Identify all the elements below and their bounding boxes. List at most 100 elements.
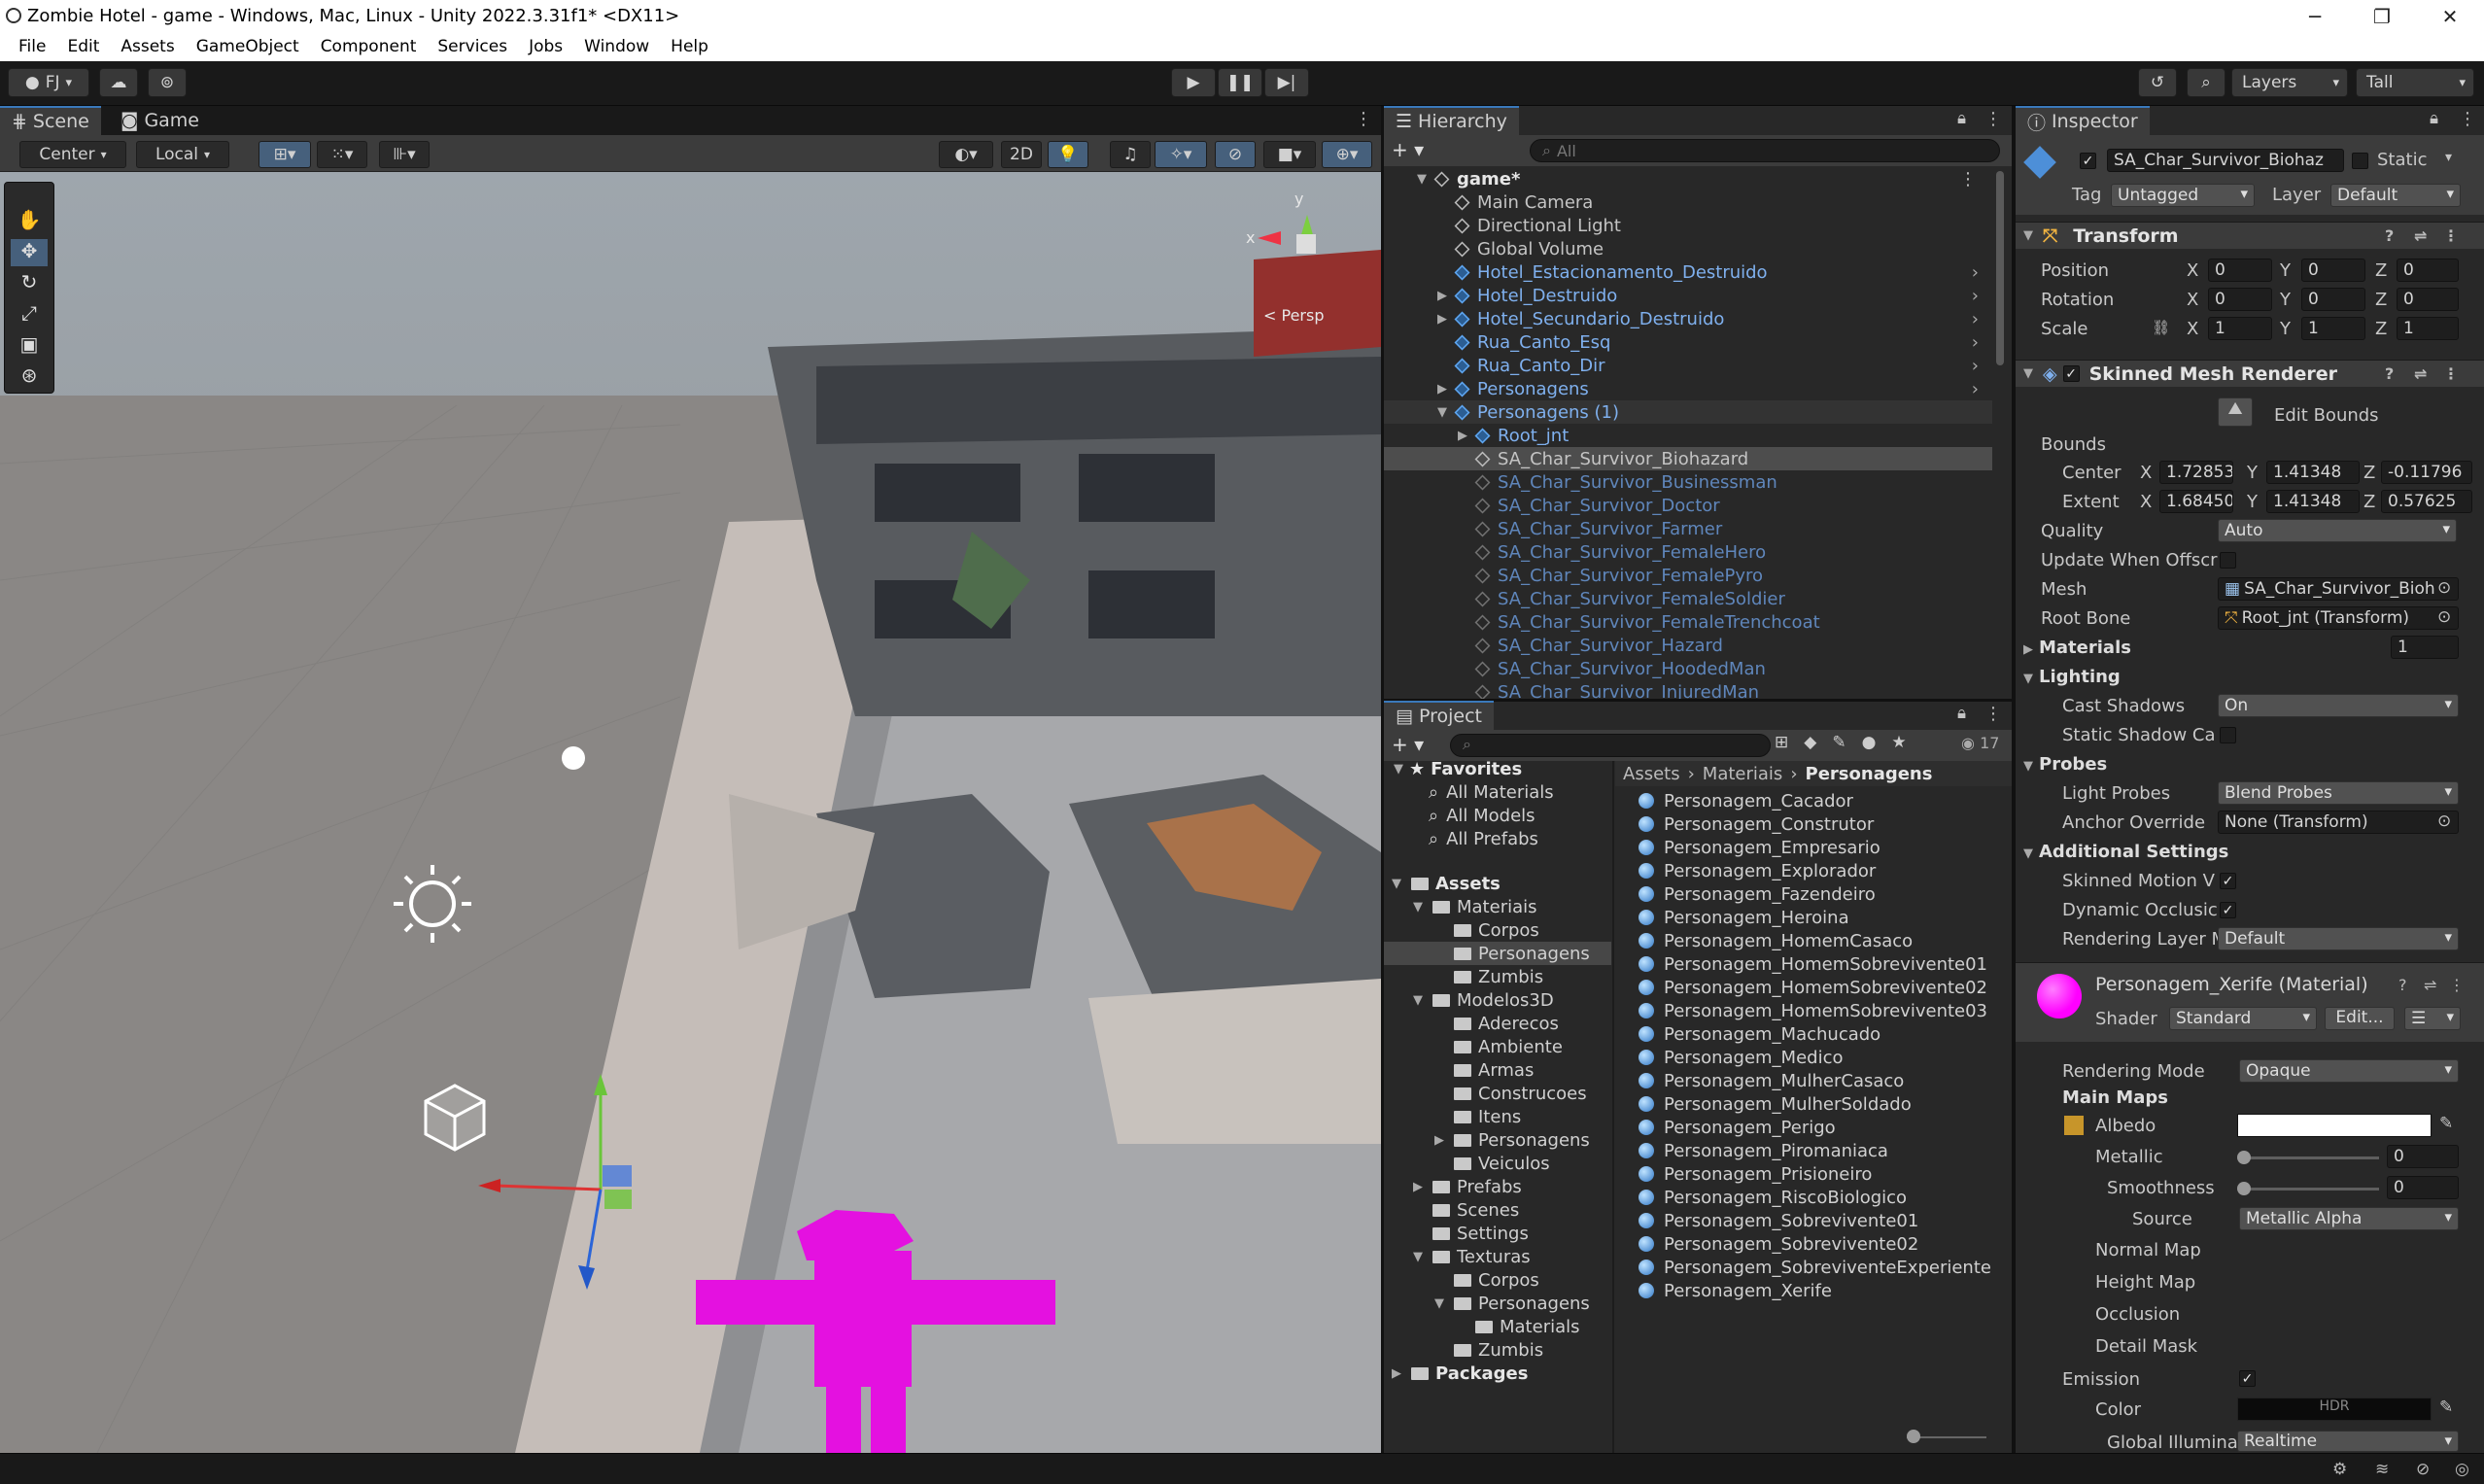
project-folder[interactable]: Materials	[1475, 1315, 1580, 1338]
emission-eyedropper-icon[interactable]: ✎	[2439, 1398, 2453, 1417]
icon-size-slider-thumb[interactable]	[1907, 1430, 1920, 1443]
project-folder[interactable]: Veiculos	[1454, 1152, 1550, 1175]
gizmo-center-cube[interactable]	[1296, 234, 1316, 254]
metallic-value-field[interactable]: 0	[2387, 1145, 2459, 1168]
normal-map-label[interactable]: Normal Map	[2095, 1240, 2201, 1260]
play-button[interactable]: ▶	[1171, 68, 1216, 97]
project-folder[interactable]: ▼ Modelos3D	[1413, 988, 1554, 1012]
material-asset[interactable]: Personagem_RiscoBiologico	[1639, 1186, 1907, 1209]
shader-edit-button[interactable]: Edit...	[2325, 1007, 2395, 1030]
foldout-arrow-icon[interactable]: ▼	[1434, 1296, 1444, 1311]
chevron-right-icon[interactable]: ›	[1972, 379, 1979, 399]
foldout-arrow-icon[interactable]: ▶	[1437, 312, 1447, 327]
edit-bounds-button[interactable]: ⛰	[2218, 397, 2253, 427]
material-options-dropdown[interactable]: ☰	[2404, 1007, 2461, 1030]
project-folder[interactable]: ▼ Materiais	[1413, 895, 1537, 918]
smoothness-slider-track[interactable]	[2241, 1188, 2379, 1191]
menu-help[interactable]: Help	[660, 37, 719, 56]
history-icon[interactable]: ↺	[2138, 68, 2177, 97]
menu-window[interactable]: Window	[573, 37, 660, 56]
smr-enabled-checkbox[interactable]: ✓	[2062, 365, 2080, 382]
smr-menu-icon[interactable]: ⋮	[2443, 364, 2459, 383]
hierarchy-menu-icon[interactable]: ⋮	[1984, 109, 2002, 129]
project-folder[interactable]: ▶ Packages	[1392, 1362, 1528, 1385]
tab-game[interactable]: ◙ Game	[109, 106, 211, 135]
center-z-field[interactable]: -0.11796	[2381, 461, 2472, 484]
rendering-layer-dropdown[interactable]: Default	[2218, 927, 2459, 950]
material-asset[interactable]: Personagem_Machucado	[1639, 1022, 1880, 1046]
center-x-field[interactable]: 1.72853!	[2159, 461, 2233, 484]
occlusion-label[interactable]: Occlusion	[2095, 1304, 2180, 1325]
menu-component[interactable]: Component	[310, 37, 428, 56]
source-dropdown[interactable]: Metallic Alpha	[2239, 1207, 2459, 1230]
material-asset[interactable]: Personagem_Explorador	[1639, 859, 1876, 882]
favorite-item[interactable]: ⌕ All Materials	[1429, 780, 1554, 804]
additional-settings-foldout[interactable]: ▼ Additional Settings	[2023, 842, 2228, 862]
static-checkbox[interactable]	[2352, 153, 2368, 169]
material-asset[interactable]: Personagem_HomemSobrevivente02	[1639, 976, 1987, 999]
project-folder[interactable]: Construcoes	[1454, 1082, 1587, 1105]
material-asset[interactable]: Personagem_Cacador	[1639, 789, 1853, 812]
center-y-field[interactable]: 1.41348	[2266, 461, 2360, 484]
foldout-arrow-icon[interactable]: ▼	[1417, 172, 1427, 187]
project-folder[interactable]: Armas	[1454, 1058, 1534, 1082]
project-add-button[interactable]: + ▾	[1392, 733, 1424, 756]
anchor-override-field[interactable]: None (Transform)	[2218, 811, 2459, 834]
foldout-arrow-icon[interactable]: ▼	[1413, 993, 1423, 1008]
skinned-mesh-renderer-header[interactable]: ▼ ◈ ✓ Skinned Mesh Renderer ? ⇌ ⋮	[2016, 360, 2484, 387]
camera-settings-icon[interactable]: ■▾	[1263, 141, 1316, 168]
project-folder[interactable]: Zumbis	[1454, 965, 1543, 988]
favorite-item[interactable]: ⌕ All Prefabs	[1429, 827, 1538, 850]
step-button[interactable]: ▶|	[1264, 68, 1309, 97]
layer-dropdown[interactable]: Default	[2330, 184, 2461, 207]
search-by-tag-icon[interactable]: ✎	[1832, 733, 1846, 752]
quality-dropdown[interactable]: Auto	[2218, 519, 2457, 542]
albedo-texture-icon[interactable]	[2064, 1116, 2084, 1135]
debug-icon[interactable]: ⚙	[2332, 1460, 2347, 1479]
draw-mode-button[interactable]: ◐▾	[939, 141, 993, 168]
orientation-gizmo[interactable]: y x < Persp	[1244, 190, 1380, 326]
hierarchy-search-input[interactable]: ⌕ All	[1530, 139, 2000, 162]
project-folder[interactable]: Ambiente	[1454, 1035, 1563, 1058]
material-asset[interactable]: Personagem_HomemSobrevivente01	[1639, 952, 1987, 976]
project-folder[interactable]: ▼ Texturas	[1413, 1245, 1531, 1268]
transform-position-y-field[interactable]: 0	[2301, 259, 2365, 282]
audio-toggle-icon[interactable]: ♫	[1110, 141, 1151, 168]
chevron-right-icon[interactable]: ›	[1972, 332, 1979, 353]
2d-toggle[interactable]: 2D	[1001, 141, 1042, 168]
extent-z-field[interactable]: 0.57625	[2381, 490, 2472, 513]
menu-services[interactable]: Services	[427, 37, 518, 56]
foldout-arrow-icon[interactable]: ▶	[1434, 1133, 1444, 1148]
favorite-item[interactable]: ⌕ All Models	[1429, 804, 1535, 827]
account-dropdown[interactable]: ● FJ ▾	[8, 68, 89, 97]
tab-inspector[interactable]: ⓘ Inspector	[2016, 106, 2150, 135]
hierarchy-item[interactable]: Global Volume	[1384, 237, 1992, 260]
hierarchy-item[interactable]: Hotel_Estacionamento_Destruido ›	[1384, 260, 1992, 284]
smr-preset-icon[interactable]: ⇌	[2414, 364, 2427, 383]
material-asset[interactable]: Personagem_Medico	[1639, 1046, 1844, 1069]
increment-snap-button[interactable]: ⊪▾	[379, 141, 430, 168]
materials-count-field[interactable]: 1	[2391, 636, 2459, 659]
chevron-right-icon[interactable]: ›	[1972, 286, 1979, 306]
project-folder[interactable]: Aderecos	[1454, 1012, 1559, 1035]
rotate-tool-icon[interactable]: ↻	[11, 270, 48, 297]
project-folder[interactable]: Zumbis	[1454, 1338, 1543, 1362]
light-probes-dropdown[interactable]: Blend Probes	[2218, 781, 2459, 805]
hierarchy-item[interactable]: SA_Char_Survivor_HoodedMan	[1384, 657, 1992, 680]
dynamic-occlusion-checkbox[interactable]: ✓	[2220, 902, 2236, 918]
skinned-motion-checkbox[interactable]: ✓	[2220, 873, 2236, 889]
menu-gameobject[interactable]: GameObject	[186, 37, 310, 56]
hidden-objects-icon[interactable]: ⊘	[1215, 141, 1256, 168]
active-checkbox[interactable]: ✓	[2080, 153, 2096, 169]
breadcrumb-materiais[interactable]: Materiais	[1703, 764, 1783, 784]
hierarchy-item[interactable]: ▼ game* ⋮	[1384, 167, 1992, 190]
material-asset[interactable]: Personagem_Perigo	[1639, 1116, 1836, 1139]
transform-tool-icon[interactable]: ⊛	[11, 363, 48, 391]
foldout-arrow-icon[interactable]: ▼	[1413, 900, 1423, 915]
move-tool-icon[interactable]: ✥	[11, 239, 48, 266]
chevron-right-icon[interactable]: ›	[1972, 309, 1979, 329]
project-lock-icon[interactable]: 🔒︎	[1957, 704, 1966, 723]
inspector-lock-icon[interactable]: 🔒︎	[2430, 109, 2438, 128]
smr-help-icon[interactable]: ?	[2385, 364, 2394, 383]
material-help-icon[interactable]: ?	[2398, 976, 2407, 994]
